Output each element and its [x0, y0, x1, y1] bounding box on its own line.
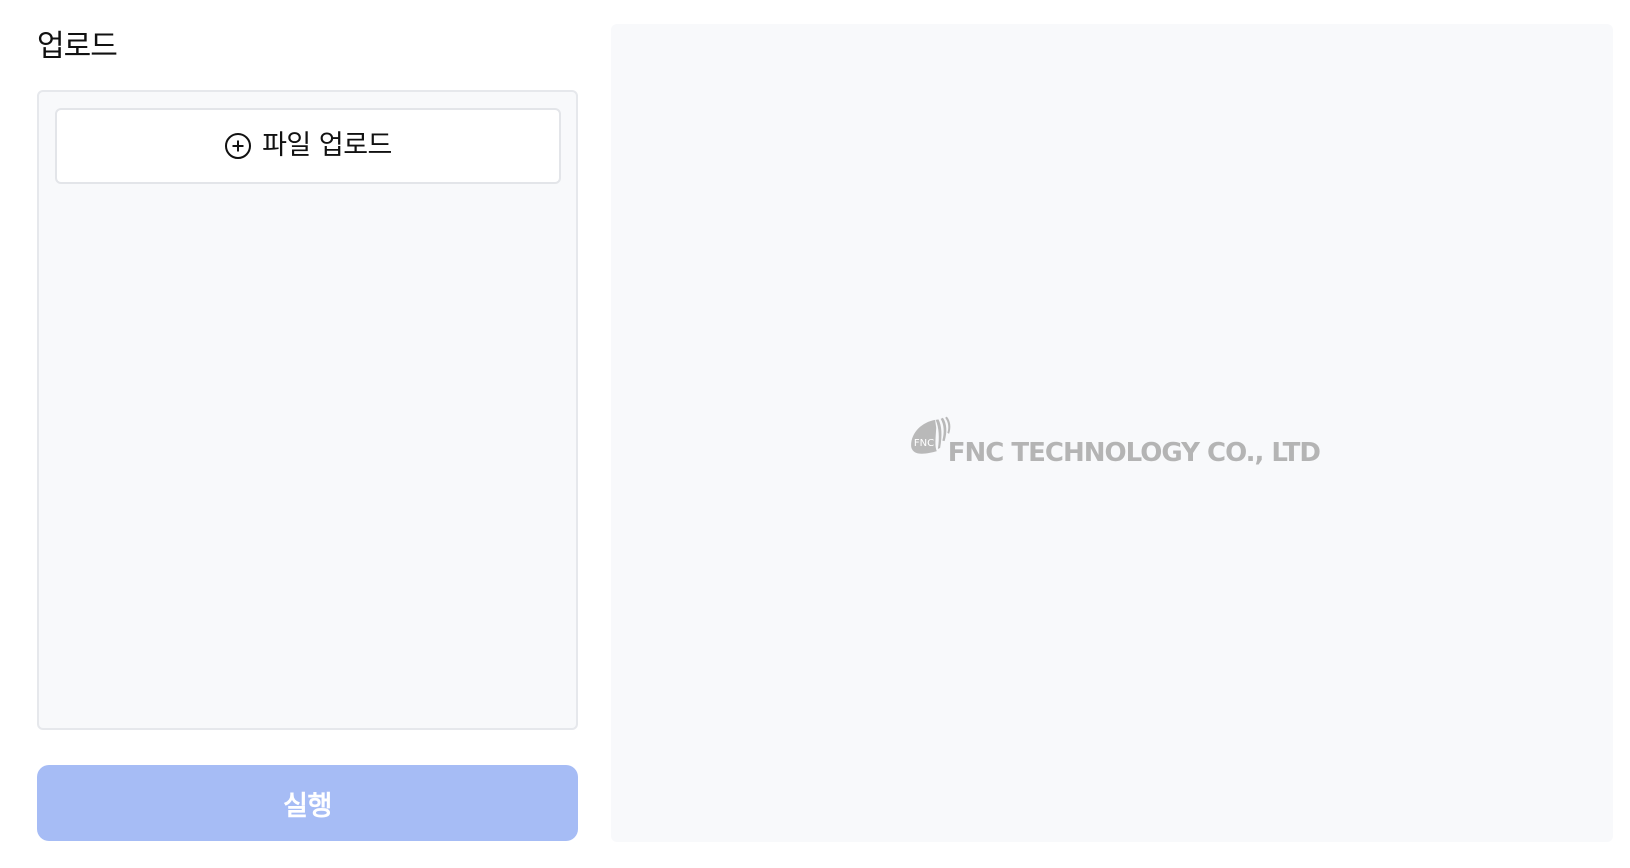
- logo-mark-text: FNC: [914, 438, 934, 449]
- upload-column: 업로드 파일 업로드 실행: [37, 24, 580, 842]
- plus-circle-icon: [225, 133, 252, 159]
- file-upload-label: 파일 업로드: [262, 130, 392, 161]
- company-name: FNC TECHNOLOGY CO., LTD: [947, 438, 1321, 468]
- file-upload-button[interactable]: 파일 업로드: [55, 108, 561, 184]
- company-logo: FNC FNC TECHNOLOGY CO., LTD: [910, 394, 1321, 470]
- section-title: 업로드: [37, 29, 118, 64]
- page: 업로드 파일 업로드 실행 FNC FNC TECHNOLOGY CO., LT…: [0, 0, 1630, 868]
- run-button[interactable]: 실행: [37, 765, 578, 841]
- preview-panel: FNC FNC TECHNOLOGY CO., LTD: [611, 24, 1613, 842]
- file-drop-zone[interactable]: 파일 업로드: [37, 90, 578, 730]
- run-button-label: 실행: [283, 790, 332, 822]
